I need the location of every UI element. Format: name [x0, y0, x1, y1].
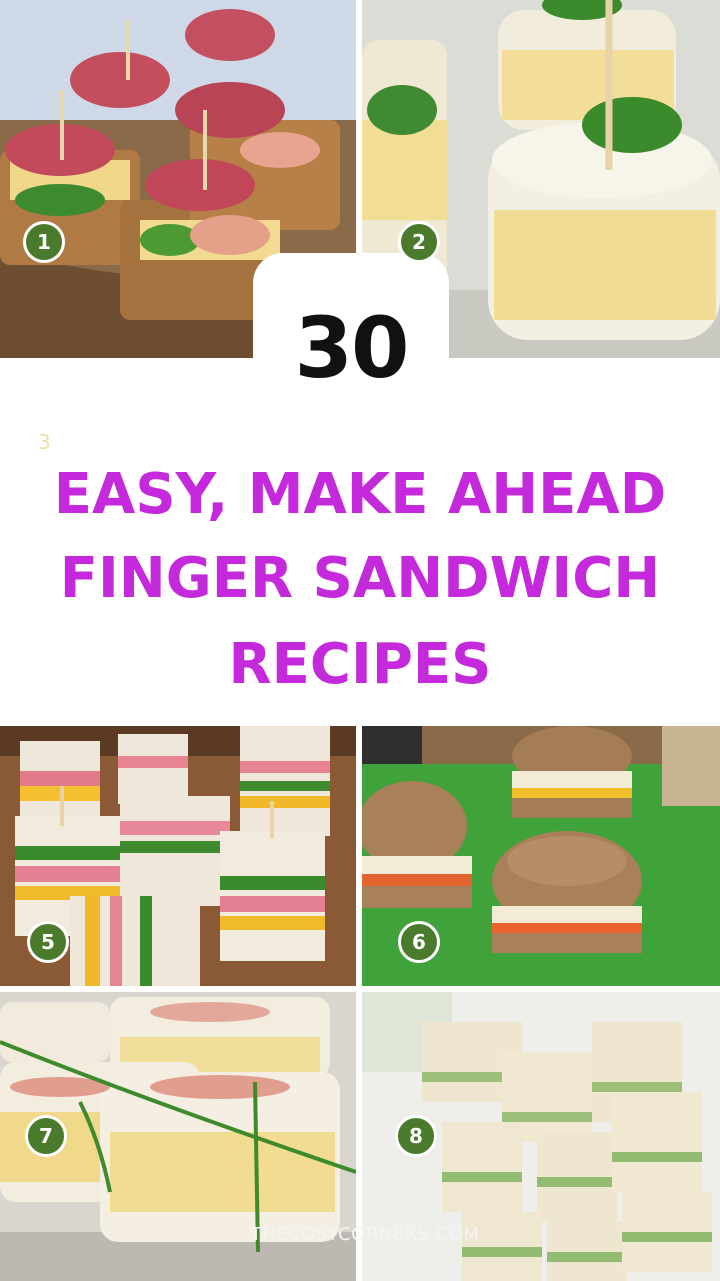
recipe-count: 30 — [294, 299, 410, 397]
headline-line-3: RECIPES — [228, 632, 492, 697]
badge-6: 6 — [398, 921, 440, 963]
badge-7: 7 — [25, 1115, 67, 1157]
badge-8: 8 — [395, 1115, 437, 1157]
badge-5: 5 — [27, 921, 69, 963]
headline-line-1: EASY, MAKE AHEAD — [53, 462, 667, 527]
badge-2: 2 — [398, 221, 440, 263]
headline-line-2: FINGER SANDWICH — [59, 546, 661, 611]
badge-1: 1 — [23, 221, 65, 263]
site-watermark: THECOSYCORNERS.COM — [250, 1224, 480, 1245]
faint-number: 3 — [38, 430, 51, 454]
